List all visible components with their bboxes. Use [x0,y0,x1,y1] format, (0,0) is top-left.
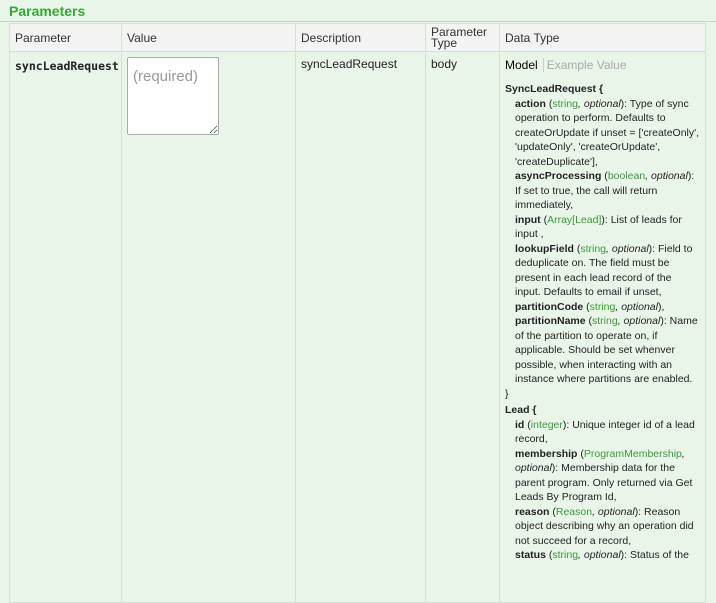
property-name: partitionName [515,315,586,327]
property-type-link[interactable]: Reason [556,506,592,518]
parameters-table: Parameter Value Description Parameter Ty… [9,23,706,603]
model-property: id (integer): Unique integer id of a lea… [515,418,695,446]
param-name: syncLeadRequest [15,59,119,73]
column-header-parameter: Parameter [9,23,122,52]
model-property: membership (ProgramMembership, optional)… [515,447,693,504]
model-close-brace: } [505,387,509,400]
model-property: partitionCode (string, optional), [515,300,665,313]
table-row: syncLeadRequest syncLeadRequest body Mod… [9,51,706,603]
data-type-tabs: Model Example Value [505,58,700,72]
model-property: action (string, optional): Type of sync … [515,97,700,168]
section-title: Parameters [9,3,86,19]
model-block: SyncLeadRequest { action (string, optiona… [505,82,700,401]
property-type-link[interactable]: string [580,243,606,255]
model-property: status (string, optional): Status of the [515,549,689,561]
param-value-input[interactable] [127,57,219,135]
param-location: body [425,51,500,603]
property-name: input [515,213,541,226]
tab-model[interactable]: Model [505,58,544,72]
property-type-link[interactable]: boolean [608,170,645,182]
property-name: membership [515,447,578,460]
property-optional-flag: , optional [615,300,658,313]
model-property: lookupField (string, optional): Field to… [515,242,693,299]
param-description: syncLeadRequest [295,51,426,603]
property-type-link[interactable]: string [552,549,578,561]
property-optional-flag: , optional [578,549,621,561]
property-optional-flag: , optional [592,505,635,518]
property-type-link[interactable]: string [552,98,578,110]
property-type-link[interactable]: ProgramMembership [584,448,682,460]
property-type-link[interactable]: string [590,301,616,313]
model-name: Lead { [505,404,537,416]
property-name: partitionCode [515,300,584,313]
property-description: ), [657,300,665,313]
property-type-link[interactable]: Array[Lead] [547,214,601,226]
property-description: ): Status of the [620,549,689,561]
param-value-cell [121,51,296,603]
title-divider [0,21,716,22]
property-name: status [515,549,546,561]
model-property: asyncProcessing (boolean, optional): If … [515,170,695,211]
column-header-value: Value [121,23,296,52]
model-schema: SyncLeadRequest { action (string, optiona… [505,82,700,563]
property-name: id [515,418,525,431]
property-name: lookupField [515,242,574,255]
property-name: reason [515,505,550,518]
model-property: input (Array[Lead]): List of leads for i… [515,213,682,241]
property-optional-flag: , optional [578,97,621,110]
model-block: Lead { id (integer): Unique integer id of… [505,403,700,563]
param-name-cell: syncLeadRequest [9,51,122,603]
model-property: partitionName (string, optional): Name o… [515,315,698,385]
property-optional-flag: , optional [606,242,649,255]
data-type-cell: Model Example Value SyncLeadRequest { acti… [499,51,706,603]
column-header-data-type: Data Type [499,23,706,52]
model-name: SyncLeadRequest { [505,83,604,95]
property-optional-flag: , optional [645,170,688,182]
column-header-description: Description [295,23,426,52]
tab-example-value[interactable]: Example Value [544,58,631,72]
property-type-link[interactable]: string [592,315,618,327]
model-property: reason (Reason, optional): Reason object… [515,505,694,547]
property-name: asyncProcessing [515,170,602,182]
property-optional-flag: , optional [617,315,661,327]
column-header-parameter-type: Parameter Type [425,23,500,52]
property-type-link[interactable]: integer [531,419,563,431]
property-name: action [515,97,546,110]
header-row: Parameter Value Description Parameter Ty… [9,23,706,52]
